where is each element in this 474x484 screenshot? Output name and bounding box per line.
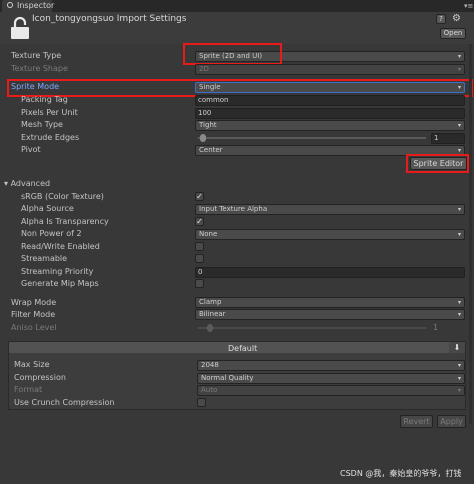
filter-mode-value: Bilinear xyxy=(199,310,226,318)
aniso-level-value: 1 xyxy=(433,323,439,332)
extrude-edges-slider[interactable] xyxy=(198,137,426,139)
advanced-foldout[interactable]: ▾ Advanced xyxy=(4,179,50,188)
max-size-dropdown[interactable]: 2048 ▾ xyxy=(197,360,465,371)
pivot-label: Pivot xyxy=(21,145,41,154)
window-menu-icon[interactable]: ▾≡ xyxy=(464,2,473,10)
extrude-edges-label: Extrude Edges xyxy=(21,133,80,142)
aniso-level-slider xyxy=(198,327,426,329)
generate-mip-maps-label: Generate Mip Maps xyxy=(21,279,99,288)
streamable-checkbox[interactable] xyxy=(195,254,204,263)
checkmark-icon: ✓ xyxy=(196,217,203,226)
max-size-label: Max Size xyxy=(14,360,50,369)
chevron-down-icon: ▾ xyxy=(457,375,461,382)
chevron-down-icon: ▾ xyxy=(457,122,461,129)
revert-button[interactable]: Revert xyxy=(400,415,433,428)
highlight-sprite-editor xyxy=(406,154,469,173)
wrap-mode-value: Clamp xyxy=(199,298,222,306)
aniso-level-label: Aniso Level xyxy=(11,323,57,332)
pixels-per-unit-label: Pixels Per Unit xyxy=(21,108,78,117)
max-size-value: 2048 xyxy=(201,361,219,369)
tab-bar xyxy=(0,0,474,12)
non-power-of-2-dropdown[interactable]: None ▾ xyxy=(195,229,465,240)
watermark: CSDN @我，秦始皇的爷爷，打钱 xyxy=(340,469,462,478)
advanced-label: Advanced xyxy=(10,179,51,188)
format-dropdown: Auto ▾ xyxy=(197,385,465,396)
extrude-edges-field[interactable]: 1 xyxy=(431,133,465,144)
filter-mode-label: Filter Mode xyxy=(11,310,56,319)
lock-icon xyxy=(8,16,32,40)
mesh-type-dropdown[interactable]: Tight ▾ xyxy=(195,120,465,131)
srgb-checkbox[interactable]: ✓ xyxy=(195,192,204,201)
texture-shape-label: Texture Shape xyxy=(11,64,68,73)
scrollbar[interactable] xyxy=(469,44,472,424)
packing-tag-field[interactable]: common xyxy=(195,95,465,106)
generate-mip-maps-checkbox[interactable] xyxy=(195,279,204,288)
packing-tag-label: Packing Tag xyxy=(21,95,68,104)
compression-dropdown[interactable]: Normal Quality ▾ xyxy=(197,373,465,384)
alpha-source-label: Alpha Source xyxy=(21,204,74,213)
alpha-source-value: Input Texture Alpha xyxy=(199,205,268,213)
crunch-compression-checkbox[interactable] xyxy=(197,398,206,407)
checkmark-icon: ✓ xyxy=(196,192,203,201)
caret-down-icon: ▾ xyxy=(4,179,9,188)
settings-icon[interactable]: ⚙ xyxy=(452,13,461,24)
streaming-priority-field[interactable]: 0 xyxy=(195,267,465,278)
info-icon xyxy=(7,2,13,8)
chevron-down-icon: ▾ xyxy=(457,231,461,238)
non-power-of-2-value: None xyxy=(199,230,218,238)
tab-inspector[interactable]: Inspector xyxy=(2,0,55,12)
mesh-type-value: Tight xyxy=(199,121,217,129)
open-button[interactable]: Open xyxy=(440,28,466,39)
chevron-down-icon: ▾ xyxy=(457,311,461,318)
crunch-compression-label: Use Crunch Compression xyxy=(14,398,115,407)
chevron-down-icon: ▾ xyxy=(457,53,461,60)
streamable-label: Streamable xyxy=(21,254,68,263)
highlight-texture-type xyxy=(183,43,282,65)
pixels-per-unit-field[interactable]: 100 xyxy=(195,108,465,119)
read-write-label: Read/Write Enabled xyxy=(21,242,100,251)
apply-button[interactable]: Apply xyxy=(437,415,466,428)
streaming-priority-label: Streaming Priority xyxy=(21,267,94,276)
format-value: Auto xyxy=(201,386,218,394)
format-label: Format xyxy=(14,385,43,394)
non-power-of-2-label: Non Power of 2 xyxy=(21,229,82,238)
chevron-down-icon: ▾ xyxy=(457,206,461,213)
extrude-edges-slider-thumb[interactable] xyxy=(200,134,206,142)
wrap-mode-label: Wrap Mode xyxy=(11,298,57,307)
chevron-down-icon: ▾ xyxy=(457,299,461,306)
mesh-type-label: Mesh Type xyxy=(21,120,63,129)
download-icon[interactable]: ⬇ xyxy=(449,342,465,353)
texture-shape-value: 2D xyxy=(199,65,209,73)
alpha-is-transparency-checkbox[interactable]: ✓ xyxy=(195,217,204,226)
pivot-value: Center xyxy=(199,146,223,154)
page-title: Icon_tongyongsuo Import Settings xyxy=(32,14,187,24)
texture-type-label: Texture Type xyxy=(11,51,62,60)
srgb-label: sRGB (Color Texture) xyxy=(21,192,104,201)
filter-mode-dropdown[interactable]: Bilinear ▾ xyxy=(195,309,465,320)
alpha-source-dropdown[interactable]: Input Texture Alpha ▾ xyxy=(195,204,465,215)
texture-shape-dropdown: 2D ▾ xyxy=(195,64,465,75)
wrap-mode-dropdown[interactable]: Clamp ▾ xyxy=(195,297,465,308)
compression-value: Normal Quality xyxy=(201,374,254,382)
chevron-down-icon: ▾ xyxy=(457,66,461,73)
help-icon[interactable]: ? xyxy=(436,14,446,24)
read-write-checkbox[interactable] xyxy=(195,242,204,251)
chevron-down-icon: ▾ xyxy=(457,362,461,369)
compression-label: Compression xyxy=(14,373,66,382)
alpha-is-transparency-label: Alpha Is Transparency xyxy=(21,217,109,226)
tab-inspector-label: Inspector xyxy=(17,1,55,10)
chevron-down-icon: ▾ xyxy=(457,387,461,394)
aniso-level-slider-thumb xyxy=(207,324,213,332)
tab-default[interactable]: Default xyxy=(228,344,257,353)
